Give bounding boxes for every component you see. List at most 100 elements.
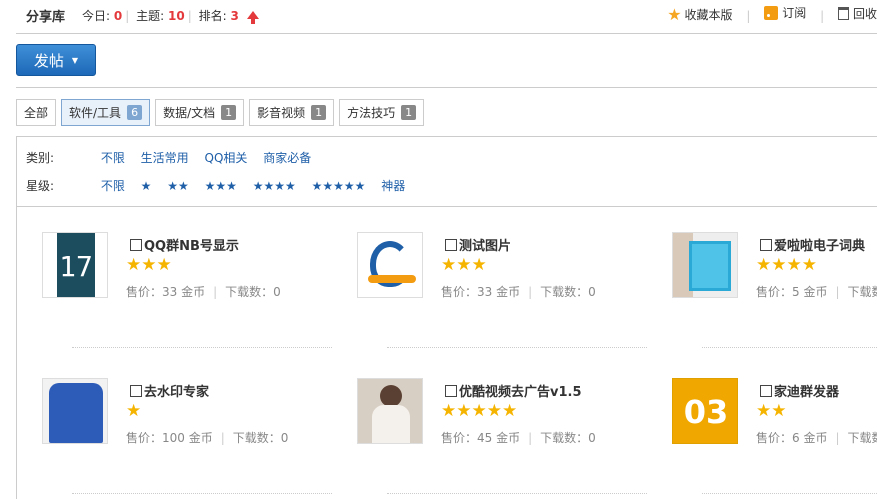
item-meta: 售价：33 金币 | 下载数：0: [126, 285, 281, 299]
checkbox-icon: [130, 385, 142, 397]
new-post-button[interactable]: 发帖 ▼: [16, 44, 96, 76]
rank-label: 排名:: [198, 9, 227, 23]
row-divider: [72, 347, 332, 348]
item-price: 售价：33 金币: [126, 285, 206, 299]
item-rating: ★★★: [441, 255, 487, 275]
share-item: 测试图片 ★★★ 售价：33 金币 | 下载数：0: [357, 232, 657, 312]
rank-up-arrow-icon: [246, 11, 259, 24]
divider: [16, 87, 877, 88]
item-meta: 售价：100 金币 | 下载数：0: [126, 431, 289, 445]
rss-icon: [764, 5, 779, 20]
tab-all[interactable]: 全部: [16, 99, 57, 126]
checkbox-icon: [760, 239, 772, 251]
tab-label: 全部: [24, 106, 49, 120]
row-divider: [387, 347, 647, 348]
item-image: [380, 385, 402, 407]
star-icon: ★: [667, 4, 682, 24]
tab-video-audio[interactable]: 影音视频 1: [249, 99, 335, 126]
item-rating: ★★★★: [756, 255, 817, 275]
item-price: 售价：6 金币: [756, 431, 828, 445]
trash-icon: [837, 6, 849, 20]
item-thumbnail[interactable]: [672, 232, 738, 298]
item-logo: 17: [57, 233, 95, 297]
item-meta: 售价：5 金币|下载数: [756, 283, 877, 300]
rating-option[interactable]: ★★★★: [253, 179, 296, 193]
category-tabs: 全部 软件/工具 6 数据/文档 1 影音视频 1 方法技巧 1: [16, 99, 429, 126]
row-divider: [72, 493, 332, 494]
rating-option[interactable]: 神器: [381, 179, 405, 193]
rating-filter-label: 星级:: [26, 179, 55, 193]
category-filter-row: 类别: 不限 生活常用 QQ相关 商家必备: [26, 149, 323, 166]
item-meta: 售价：6 金币|下载数: [756, 429, 877, 446]
rating-option[interactable]: ★: [141, 179, 152, 193]
item-title-link[interactable]: 爱啦啦电子词典: [760, 235, 865, 254]
tab-data-docs[interactable]: 数据/文档 1: [155, 99, 245, 126]
item-title: QQ群NB号显示: [144, 239, 239, 254]
item-title-link[interactable]: 测试图片: [445, 235, 511, 254]
item-title-link[interactable]: 家迪群发器: [760, 381, 839, 400]
rating-option[interactable]: ★★★: [205, 179, 237, 193]
item-title: 家迪群发器: [774, 385, 840, 400]
row-divider: [702, 347, 877, 348]
rating-option[interactable]: ★★★★★: [312, 179, 366, 193]
category-option[interactable]: QQ相关: [205, 151, 248, 165]
recycle-bin-link[interactable]: 回收: [837, 5, 877, 22]
item-rating: ★★: [756, 401, 787, 421]
item-logo: 03: [683, 393, 729, 431]
share-item: 03 家迪群发器 ★★ 售价：6 金币|下载数: [672, 378, 877, 458]
today-label: 今日:: [82, 9, 111, 23]
rating-option[interactable]: 不限: [101, 179, 125, 193]
recycle-bin-label: 回收: [852, 6, 877, 21]
tab-software-tools[interactable]: 软件/工具 6: [61, 99, 151, 126]
rank-value: 3: [230, 9, 239, 23]
tab-count-badge: 6: [127, 105, 143, 120]
tab-label: 软件/工具: [69, 106, 122, 120]
item-meta: 售价：45 金币 | 下载数：0: [441, 431, 596, 445]
item-thumbnail[interactable]: 03: [672, 378, 738, 444]
tab-label: 方法技巧: [347, 106, 396, 120]
category-option[interactable]: 商家必备: [263, 151, 311, 165]
item-rating: ★★★: [126, 255, 172, 275]
today-value: 0: [113, 9, 123, 23]
item-price: 售价：45 金币: [441, 431, 521, 445]
tab-label: 影音视频: [257, 106, 306, 120]
caret-down-icon: ▼: [71, 55, 79, 65]
category-option[interactable]: 不限: [101, 151, 125, 165]
forum-header: 分享库 今日: 0 | 主题: 10 | 排名: 3 ★ 收藏本版 | 订阅 | 回…: [16, 0, 877, 34]
tab-count-badge: 1: [401, 105, 417, 120]
topics-value: 10: [167, 9, 185, 23]
rating-option[interactable]: ★★: [167, 179, 189, 193]
rating-filter-row: 星级: 不限 ★ ★★ ★★★ ★★★★ ★★★★★ 神器: [26, 177, 417, 194]
favorite-board-link[interactable]: ★ 收藏本版: [667, 5, 732, 24]
item-title: 测试图片: [459, 239, 512, 254]
row-divider: [387, 493, 647, 494]
item-downloads: 下载数: [847, 285, 877, 299]
category-option[interactable]: 生活常用: [141, 151, 189, 165]
checkbox-icon: [130, 239, 142, 251]
checkbox-icon: [445, 239, 457, 251]
tab-methods-tips[interactable]: 方法技巧 1: [339, 99, 425, 126]
item-title: 优酷视频去广告v1.5: [459, 385, 582, 400]
item-downloads: 下载数：0: [225, 285, 281, 299]
item-downloads: 下载数：0: [232, 431, 289, 445]
favorite-board-label: 收藏本版: [684, 7, 733, 22]
item-thumbnail[interactable]: [42, 378, 108, 444]
tab-count-badge: 1: [221, 105, 237, 120]
share-item: 去水印专家 ★ 售价：100 金币 | 下载数：0: [42, 378, 342, 458]
item-title-link[interactable]: 优酷视频去广告v1.5: [445, 381, 582, 400]
tab-count-badge: 1: [311, 105, 327, 120]
item-title-link[interactable]: 去水印专家: [130, 381, 209, 400]
forum-title: 分享库: [26, 10, 66, 25]
item-title-link[interactable]: QQ群NB号显示: [130, 235, 239, 254]
share-item: 爱啦啦电子词典 ★★★★ 售价：5 金币|下载数: [672, 232, 877, 312]
item-logo: [689, 241, 731, 291]
share-item: 优酷视频去广告v1.5 ★★★★★ 售价：45 金币 | 下载数：0: [357, 378, 657, 458]
item-price: 售价：5 金币: [756, 285, 828, 299]
new-post-label: 发帖: [33, 51, 64, 70]
item-thumbnail[interactable]: [357, 378, 423, 444]
item-thumbnail[interactable]: 17: [42, 232, 108, 298]
subscribe-link[interactable]: 订阅: [764, 4, 806, 21]
item-thumbnail[interactable]: [357, 232, 423, 298]
forum-stats: 今日: 0 | 主题: 10 | 排名: 3: [82, 7, 259, 24]
item-rating: ★: [126, 401, 142, 421]
